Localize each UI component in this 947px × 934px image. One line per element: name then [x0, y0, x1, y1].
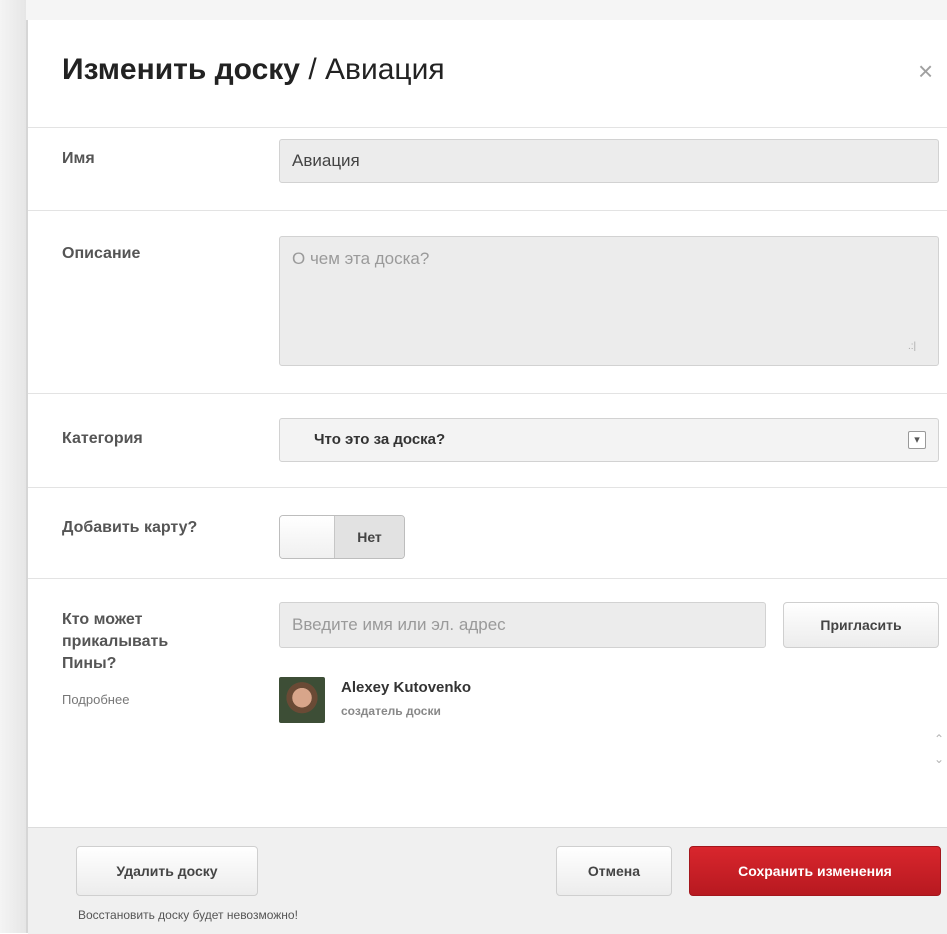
invite-button[interactable]: Пригласить — [783, 602, 939, 648]
description-row: Описание .:| — [28, 211, 947, 394]
map-label: Добавить карту? — [62, 519, 198, 536]
board-name-input[interactable] — [279, 139, 939, 183]
toggle-knob — [280, 516, 335, 558]
chevron-down-icon: ▾ — [908, 431, 926, 449]
name-label: Имя — [62, 150, 95, 167]
invite-input[interactable] — [279, 602, 766, 648]
backdrop-top — [26, 0, 947, 20]
edit-board-dialog: Изменить доску / Авиация × Имя Описание … — [28, 20, 947, 934]
dialog-title-separator: / — [300, 53, 326, 86]
category-label: Категория — [62, 430, 143, 447]
dialog-title: Изменить доску / Авиация — [62, 53, 445, 87]
cancel-button[interactable]: Отмена — [556, 846, 672, 896]
dialog-title-action: Изменить доску — [62, 53, 300, 86]
map-toggle[interactable]: Нет — [279, 515, 405, 559]
learn-more-link[interactable]: Подробнее — [62, 692, 129, 707]
description-label: Описание — [62, 245, 141, 262]
collaborators-label: Кто может прикалывать Пины? — [62, 611, 169, 672]
avatar — [279, 677, 325, 723]
dialog-title-board: Авиация — [325, 53, 445, 86]
save-changes-button[interactable]: Сохранить изменения — [689, 846, 941, 896]
backdrop-left — [0, 0, 26, 933]
description-textarea[interactable] — [279, 236, 939, 366]
delete-board-button[interactable]: Удалить доску — [76, 846, 258, 896]
delete-warning-text: Восстановить доску будет невозможно! — [78, 908, 298, 922]
scroll-arrows-icon[interactable]: ⌃ ⌄ — [931, 729, 947, 769]
owner-role: создатель доски — [341, 704, 441, 718]
category-row: Категория Что это за доска? ▾ — [28, 394, 947, 488]
toggle-state-label: Нет — [335, 516, 404, 558]
resize-handle-icon[interactable]: .:| — [908, 341, 916, 352]
category-select[interactable]: Что это за доска? ▾ — [279, 418, 939, 462]
dialog-footer: Удалить доску Восстановить доску будет н… — [28, 827, 947, 934]
owner-name: Alexey Kutovenko — [341, 679, 472, 696]
collaborators-row: Кто может прикалывать Пины? Подробнее Пр… — [28, 579, 947, 826]
close-icon[interactable]: × — [918, 58, 933, 84]
map-row: Добавить карту? Нет — [28, 488, 947, 579]
name-row: Имя — [28, 128, 947, 211]
dialog-header: Изменить доску / Авиация × — [28, 20, 947, 128]
category-selected-value: Что это за доска? — [314, 431, 446, 448]
